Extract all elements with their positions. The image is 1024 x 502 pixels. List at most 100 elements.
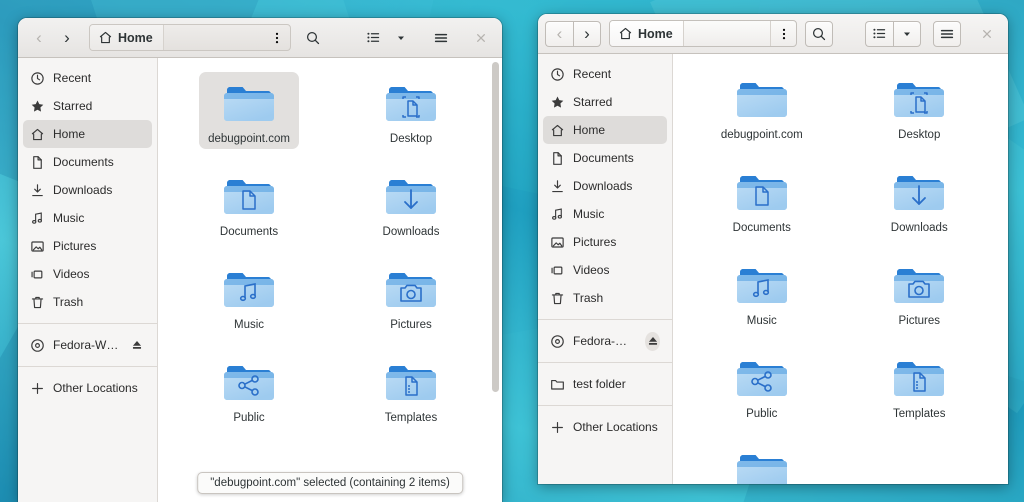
sidebar-item-videos[interactable]: Videos	[543, 256, 667, 284]
sidebar-item-trash[interactable]: Trash	[543, 284, 667, 312]
sidebar-item-fedora-ws-li[interactable]: Fedora-WS-Li…	[23, 331, 152, 359]
path-menu-button[interactable]	[770, 21, 796, 46]
file-item[interactable]: Downloads	[330, 159, 492, 252]
sidebar-item-starred[interactable]: Starred	[23, 92, 152, 120]
file-item[interactable]: Templates	[841, 341, 999, 434]
main-menu-button[interactable]	[427, 25, 455, 51]
file-item[interactable]: Documents	[168, 159, 330, 252]
sidebar-item-documents[interactable]: Documents	[543, 144, 667, 172]
document-icon	[550, 151, 565, 166]
sidebar-item-label: Trash	[573, 291, 604, 305]
sidebar-item-pictures[interactable]: Pictures	[23, 232, 152, 260]
sidebar-item-pictures[interactable]: Pictures	[543, 228, 667, 256]
sidebar-item-label: Videos	[53, 267, 90, 281]
eject-icon[interactable]	[645, 331, 660, 351]
sidebar-item-other-locations[interactable]: Other Locations	[543, 413, 667, 441]
sidebar-item-trash[interactable]: Trash	[23, 288, 152, 316]
path-menu-button[interactable]	[264, 25, 290, 50]
folder-icon	[221, 171, 277, 221]
file-name-label: Desktop	[898, 129, 941, 141]
view-options-dropdown-button[interactable]	[387, 25, 415, 51]
view-options-dropdown-button[interactable]	[893, 20, 921, 47]
clock-icon	[30, 71, 45, 86]
forward-button[interactable]: ›	[53, 25, 81, 51]
star-icon	[30, 99, 45, 114]
file-name-label: Public	[233, 412, 265, 424]
list-view-button[interactable]	[865, 20, 893, 47]
sidebar-item-recent[interactable]: Recent	[23, 64, 152, 92]
sidebar-item-label: Downloads	[53, 183, 113, 197]
file-item[interactable]: Pictures	[330, 252, 492, 345]
eject-icon[interactable]	[130, 336, 145, 355]
file-item[interactable]: Pictures	[841, 248, 999, 341]
file-item[interactable]: Templates	[330, 345, 492, 438]
sidebar-item-downloads[interactable]: Downloads	[543, 172, 667, 200]
breadcrumb-label: Home	[118, 30, 153, 45]
search-button[interactable]	[805, 20, 833, 47]
file-item[interactable]: debugpoint.com	[168, 66, 330, 159]
download-icon	[30, 183, 45, 198]
icon-grid: debugpoint.com Desktop Documents Downloads M…	[673, 54, 1008, 484]
sidebar-item-label: Starred	[53, 99, 93, 113]
sidebar-item-videos[interactable]: Videos	[23, 260, 152, 288]
sidebar-item-home[interactable]: Home	[543, 116, 667, 144]
sidebar-item-recent[interactable]: Recent	[543, 60, 667, 88]
search-button[interactable]	[299, 25, 327, 51]
file-manager-window-right[interactable]: ‹ › Home Recent Starred Home Documents Download…	[538, 14, 1008, 484]
back-button[interactable]: ‹	[545, 20, 573, 47]
desktop-wallpaper: ‹ › Home Recent Starred Home Documents Download…	[0, 0, 1024, 502]
sidebar: Recent Starred Home Documents Downloads Music…	[538, 54, 673, 484]
folder-icon	[734, 353, 790, 403]
file-name-label: Documents	[732, 222, 791, 234]
sidebar-item-label: Recent	[53, 71, 92, 85]
folder-icon	[734, 167, 790, 217]
sidebar-item-other-locations[interactable]: Other Locations	[23, 374, 152, 402]
file-item[interactable]: Documents	[683, 155, 841, 248]
file-item[interactable]: Music	[683, 248, 841, 341]
file-item[interactable]: debugpoint.com	[683, 62, 841, 155]
sidebar-item-fedora-ws-l[interactable]: Fedora-WS-L…	[543, 327, 667, 355]
file-name-label: Music	[746, 315, 777, 327]
file-name-label: Pictures	[390, 319, 432, 331]
file-item[interactable]: Public	[683, 341, 841, 434]
file-name-label: Downloads	[382, 226, 440, 238]
main-menu-button[interactable]	[933, 20, 961, 47]
path-bar: Home	[609, 20, 797, 47]
icon-grid: debugpoint.com Desktop Documents Downloads M…	[158, 58, 502, 438]
sidebar-item-downloads[interactable]: Downloads	[23, 176, 152, 204]
file-name-label: debugpoint.com	[208, 133, 290, 145]
disc-icon	[550, 334, 565, 349]
sidebar-item-label: Fedora-WS-L…	[573, 334, 637, 348]
file-item[interactable]	[683, 434, 841, 484]
file-item[interactable]: Downloads	[841, 155, 999, 248]
close-button[interactable]	[973, 21, 1001, 47]
file-grid-view[interactable]: debugpoint.com Desktop Documents Downloads M…	[673, 54, 1008, 484]
sidebar: Recent Starred Home Documents Downloads Music…	[18, 58, 158, 502]
sidebar-item-music[interactable]: Music	[23, 204, 152, 232]
file-name-label: Pictures	[898, 315, 941, 327]
back-button[interactable]: ‹	[25, 25, 53, 51]
sidebar-item-music[interactable]: Music	[543, 200, 667, 228]
breadcrumb-home[interactable]: Home	[610, 21, 684, 46]
nav-button-group: ‹ ›	[25, 25, 81, 51]
file-item[interactable]: Desktop	[841, 62, 999, 155]
sidebar-item-documents[interactable]: Documents	[23, 148, 152, 176]
file-grid-view[interactable]: debugpoint.com Desktop Documents Downloads M…	[158, 58, 502, 502]
file-item[interactable]: Music	[168, 252, 330, 345]
vertical-scrollbar[interactable]	[492, 62, 499, 392]
file-manager-window-left[interactable]: ‹ › Home Recent Starred Home Documents Download…	[18, 18, 502, 502]
close-button[interactable]	[467, 25, 495, 51]
sidebar-item-label: Fedora-WS-Li…	[53, 338, 122, 352]
file-item[interactable]: Public	[168, 345, 330, 438]
folder-icon	[383, 78, 439, 128]
sidebar-item-home[interactable]: Home	[23, 120, 152, 148]
file-name-label: debugpoint.com	[720, 129, 803, 141]
folder-icon	[734, 74, 790, 124]
forward-button[interactable]: ›	[573, 20, 601, 47]
sidebar-item-starred[interactable]: Starred	[543, 88, 667, 116]
sidebar-item-test-folder[interactable]: test folder	[543, 370, 667, 398]
sidebar-separator	[538, 405, 672, 406]
breadcrumb-home[interactable]: Home	[90, 25, 164, 50]
list-view-button[interactable]	[359, 25, 387, 51]
file-item[interactable]: Desktop	[330, 66, 492, 159]
